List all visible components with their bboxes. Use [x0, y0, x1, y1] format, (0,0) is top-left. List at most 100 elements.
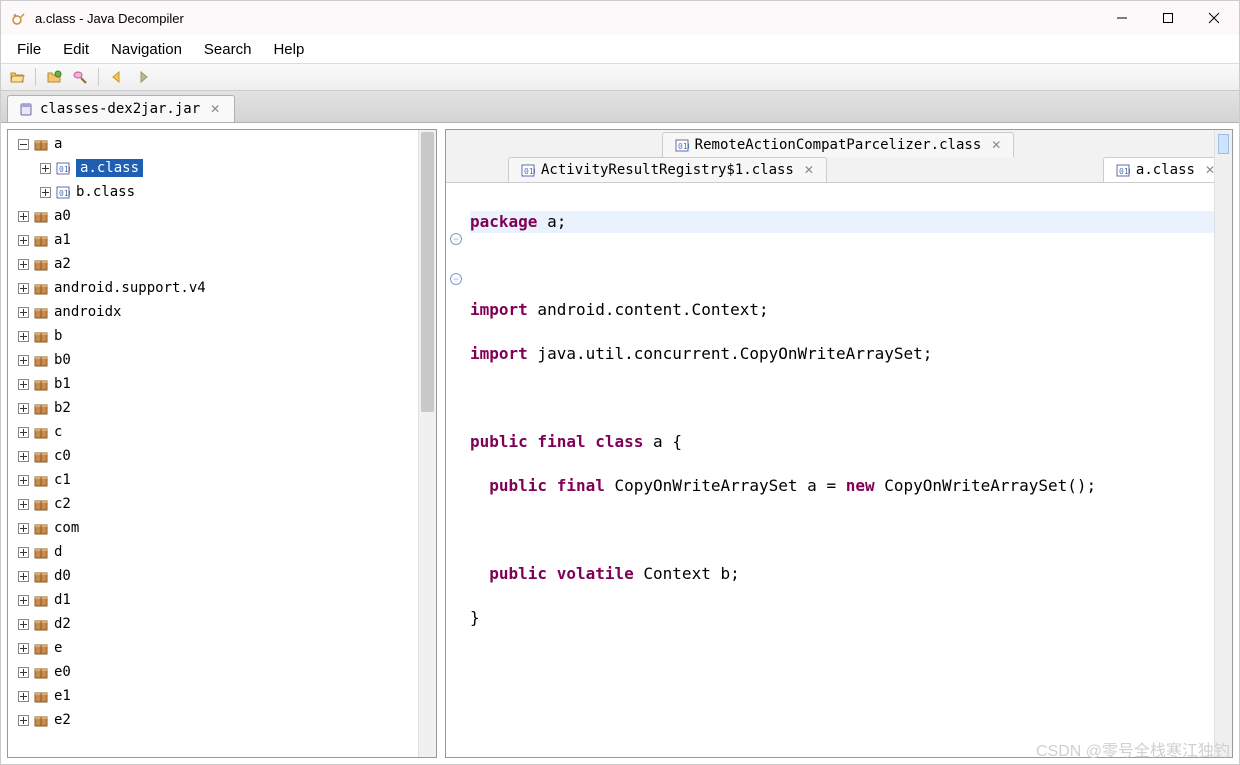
toolbar-separator — [98, 68, 99, 86]
window-title: a.class - Java Decompiler — [35, 11, 1099, 26]
menu-file[interactable]: File — [7, 37, 51, 62]
tree-scrollbar[interactable] — [418, 130, 436, 757]
tree-package-a[interactable]: a — [8, 132, 418, 156]
code-gutter[interactable]: − − — [446, 183, 466, 757]
tree-package-a2[interactable]: a2 — [8, 252, 418, 276]
tree-expander-icon[interactable] — [16, 353, 30, 367]
tree-class-b-class[interactable]: 010b.class — [8, 180, 418, 204]
tree-expander-icon[interactable] — [16, 521, 30, 535]
close-icon[interactable]: ✕ — [210, 102, 220, 116]
tree-expander-icon[interactable] — [16, 377, 30, 391]
tree-package-c1[interactable]: c1 — [8, 468, 418, 492]
menu-help[interactable]: Help — [263, 37, 314, 62]
close-icon[interactable]: ✕ — [804, 163, 814, 177]
editor-tab[interactable]: 010 RemoteActionCompatParcelizer.class ✕ — [662, 132, 1015, 157]
tree-expander-icon[interactable] — [16, 617, 30, 631]
tree-expander-icon[interactable] — [16, 233, 30, 247]
tree-package-b1[interactable]: b1 — [8, 372, 418, 396]
tree-package-c0[interactable]: c0 — [8, 444, 418, 468]
tree-package-e1[interactable]: e1 — [8, 684, 418, 708]
editor-panel: 010 RemoteActionCompatParcelizer.class ✕… — [445, 129, 1233, 758]
menu-navigation[interactable]: Navigation — [101, 37, 192, 62]
fold-icon[interactable]: − — [450, 273, 462, 285]
package-icon — [32, 543, 50, 561]
menu-edit[interactable]: Edit — [53, 37, 99, 62]
tree-expander-icon[interactable] — [16, 689, 30, 703]
tree-expander-icon[interactable] — [38, 185, 52, 199]
fold-icon[interactable]: − — [450, 233, 462, 245]
tree-expander-icon[interactable] — [16, 401, 30, 415]
tree-item-label: a2 — [54, 256, 71, 272]
svg-text:010: 010 — [59, 165, 70, 174]
tree-class-a-class[interactable]: 010a.class — [8, 156, 418, 180]
minimize-button[interactable] — [1099, 1, 1145, 35]
open-file-button[interactable] — [7, 67, 27, 87]
tree-expander-icon[interactable] — [16, 713, 30, 727]
tree-package-b0[interactable]: b0 — [8, 348, 418, 372]
tree-expander-icon[interactable] — [16, 473, 30, 487]
tree-expander-icon[interactable] — [16, 209, 30, 223]
tree-expander-icon[interactable] — [16, 305, 30, 319]
tree-package-d[interactable]: d — [8, 540, 418, 564]
tree-package-d0[interactable]: d0 — [8, 564, 418, 588]
tree-item-label: a — [54, 136, 62, 152]
maximize-button[interactable] — [1145, 1, 1191, 35]
forward-button[interactable] — [133, 67, 153, 87]
package-icon — [32, 135, 50, 153]
tree-item-label: b2 — [54, 400, 71, 416]
close-icon[interactable]: ✕ — [991, 138, 1001, 152]
tree-package-b2[interactable]: b2 — [8, 396, 418, 420]
code-area: − − package a; import android.content.Co… — [446, 183, 1232, 757]
editor-tab-label: RemoteActionCompatParcelizer.class — [695, 137, 982, 153]
editor-tab[interactable]: 010 ActivityResultRegistry$1.class ✕ — [508, 157, 827, 182]
editor-tab-active[interactable]: 010 a.class ✕ — [1103, 157, 1228, 182]
back-button[interactable] — [107, 67, 127, 87]
tree-package-e[interactable]: e — [8, 636, 418, 660]
search-button[interactable] — [70, 67, 90, 87]
tree-expander-icon[interactable] — [16, 137, 30, 151]
tree-package-d2[interactable]: d2 — [8, 612, 418, 636]
tree-item-label: a1 — [54, 232, 71, 248]
package-tree[interactable]: a 010a.class010b.classa0 a1 a2 android.suppo… — [8, 130, 418, 757]
toolbar-separator — [35, 68, 36, 86]
source-code[interactable]: package a; import android.content.Contex… — [466, 183, 1232, 757]
tree-expander-icon[interactable] — [16, 593, 30, 607]
menu-search[interactable]: Search — [194, 37, 262, 62]
tree-item-label: b1 — [54, 376, 71, 392]
class-icon: 010 — [54, 183, 72, 201]
tree-expander-icon[interactable] — [16, 449, 30, 463]
tree-expander-icon[interactable] — [38, 161, 52, 175]
tree-expander-icon[interactable] — [16, 257, 30, 271]
tree-expander-icon[interactable] — [16, 665, 30, 679]
package-icon — [32, 615, 50, 633]
editor-scrollbar[interactable] — [1214, 183, 1232, 757]
tree-package-a1[interactable]: a1 — [8, 228, 418, 252]
tree-package-b[interactable]: b — [8, 324, 418, 348]
tree-package-d1[interactable]: d1 — [8, 588, 418, 612]
tree-package-e2[interactable]: e2 — [8, 708, 418, 732]
tree-expander-icon[interactable] — [16, 641, 30, 655]
tree-package-androidx[interactable]: androidx — [8, 300, 418, 324]
tree-item-label: e — [54, 640, 62, 656]
tree-expander-icon[interactable] — [16, 497, 30, 511]
svg-text:010: 010 — [1119, 167, 1130, 176]
tree-package-a0[interactable]: a0 — [8, 204, 418, 228]
tree-package-android-support-v4[interactable]: android.support.v4 — [8, 276, 418, 300]
tree-expander-icon[interactable] — [16, 425, 30, 439]
jar-icon — [18, 101, 34, 117]
package-icon — [32, 327, 50, 345]
tree-expander-icon[interactable] — [16, 569, 30, 583]
tree-expander-icon[interactable] — [16, 545, 30, 559]
tree-package-e0[interactable]: e0 — [8, 660, 418, 684]
jar-tab[interactable]: classes-dex2jar.jar ✕ — [7, 95, 235, 122]
tree-expander-icon[interactable] — [16, 329, 30, 343]
class-icon: 010 — [521, 163, 535, 177]
tree-package-com[interactable]: com — [8, 516, 418, 540]
close-button[interactable] — [1191, 1, 1237, 35]
tree-package-c2[interactable]: c2 — [8, 492, 418, 516]
tree-package-c[interactable]: c — [8, 420, 418, 444]
tree-item-label: d1 — [54, 592, 71, 608]
tree-expander-icon[interactable] — [16, 281, 30, 295]
package-icon — [32, 399, 50, 417]
open-type-button[interactable] — [44, 67, 64, 87]
